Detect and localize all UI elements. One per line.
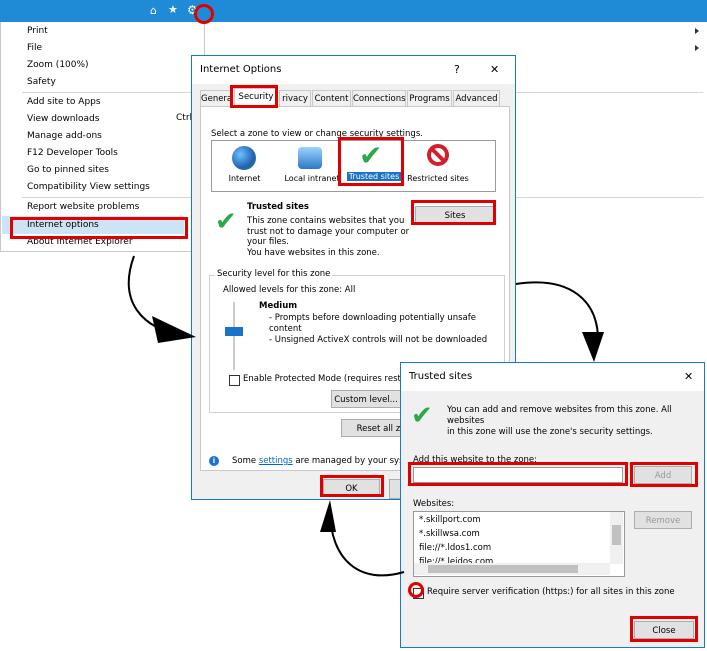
custom-level-button[interactable]: Custom level... — [331, 390, 401, 408]
desc-line: trust not to damage your computer or — [247, 226, 410, 237]
trusted-info: You can add and remove websites from thi… — [447, 405, 704, 438]
require-https-label: Require server verification (https:) for… — [427, 587, 675, 597]
list-item[interactable]: *.skillwsa.com — [419, 529, 480, 539]
add-input-highlight — [408, 462, 628, 486]
trusted-sites-highlight — [338, 137, 404, 186]
menu-item-view-downloads[interactable]: View downloads — [27, 113, 99, 125]
menu-item-report-problems[interactable]: Report website problems — [27, 201, 139, 213]
desc-line: This zone contains websites that you — [247, 216, 405, 226]
level-desc-line: - Unsigned ActiveX controls will not be … — [269, 335, 488, 345]
menu-item-add-site-to-apps[interactable]: Add site to Apps — [27, 96, 101, 108]
info-prefix: Some — [232, 456, 257, 466]
tab-connections[interactable]: Connections — [352, 90, 406, 106]
internet-options-highlight — [10, 217, 188, 239]
menu-item-zoom[interactable]: Zoom (100%) — [27, 59, 89, 71]
menu-item-compatibility-view[interactable]: Compatibility View settings — [27, 181, 150, 193]
help-icon[interactable]: ? — [454, 63, 460, 76]
settings-link[interactable]: settings — [259, 456, 293, 466]
menu-item-print[interactable]: Print — [27, 25, 48, 37]
info-line: in this zone will use the zone's securit… — [447, 427, 653, 437]
dialog-titlebar: Internet Options ? ✕ — [192, 56, 515, 84]
shortcut-label: Ctrl — [176, 113, 193, 123]
security-tab-highlight — [230, 85, 278, 108]
menu-item-safety[interactable]: Safety — [27, 76, 56, 88]
sites-button-highlight — [411, 200, 496, 225]
home-icon[interactable]: ⌂ — [150, 4, 157, 17]
list-item[interactable]: *.skillport.com — [419, 515, 481, 525]
zone-description: This zone contains websites that you tru… — [247, 216, 409, 258]
dialog-titlebar: Trusted sites ✕ — [401, 363, 704, 391]
remove-button[interactable]: Remove — [634, 511, 692, 529]
gear-highlight — [194, 4, 214, 24]
zone-internet[interactable]: Internet — [217, 174, 272, 183]
zone-local-intranet[interactable]: Local intranet — [280, 174, 344, 183]
protected-mode-checkbox[interactable] — [229, 375, 240, 386]
arrow-trusted-to-ok — [329, 509, 405, 577]
globe-icon[interactable] — [232, 146, 256, 170]
menu-item-file[interactable]: File — [27, 42, 42, 54]
security-level-label: Security level for this zone — [215, 269, 333, 279]
intranet-icon[interactable] — [298, 147, 322, 169]
add-button-highlight — [630, 462, 698, 487]
arrowhead-icon — [582, 332, 604, 362]
menu-item-f12-developer-tools[interactable]: F12 Developer Tools — [27, 147, 118, 159]
level-desc-line: content — [269, 324, 302, 334]
dialog-title: Trusted sites — [409, 371, 473, 382]
desc-line: your files. — [247, 237, 289, 247]
slider-track — [233, 302, 235, 370]
ie-tools-menu: ⌂ ★ ⚙ Print File Zoom (100%) Safety Add … — [0, 0, 707, 252]
tab-programs[interactable]: Programs — [407, 90, 452, 106]
info-icon: i — [209, 456, 219, 466]
ie-toolbar: ⌂ ★ ⚙ — [0, 0, 707, 22]
arrow-options-to-trusted — [515, 281, 600, 346]
trusted-sites-dialog: Trusted sites ✕ ✔ You can add and remove… — [400, 362, 705, 648]
list-item[interactable]: file://*.ldos1.com — [419, 543, 491, 553]
zone-heading: Trusted sites — [247, 202, 309, 212]
allowed-levels: Allowed levels for this zone: All — [223, 285, 356, 295]
info-line: You can add and remove websites from thi… — [447, 405, 672, 426]
close-button-highlight — [630, 616, 698, 642]
arrow-menu-to-options — [127, 255, 189, 337]
ok-button-highlight — [320, 475, 384, 497]
close-icon[interactable]: ✕ — [684, 370, 693, 383]
tab-privacy[interactable]: rivacy — [279, 90, 311, 106]
zone-restricted-sites[interactable]: Restricted sites — [405, 174, 471, 183]
arrowhead-icon — [152, 316, 196, 343]
scroll-thumb[interactable] — [612, 525, 621, 545]
level-name: Medium — [259, 301, 298, 311]
menu-item-manage-add-ons[interactable]: Manage add-ons — [27, 130, 102, 142]
require-https-highlight — [408, 582, 424, 598]
security-level-slider[interactable] — [225, 327, 243, 336]
scroll-thumb[interactable] — [428, 565, 578, 573]
tab-advanced[interactable]: Advanced — [453, 90, 500, 106]
level-desc-line: - Prompts before downloading potentially… — [269, 313, 476, 323]
vertical-scrollbar[interactable] — [610, 512, 623, 564]
tab-content[interactable]: Content — [312, 90, 351, 106]
protected-mode-label: Enable Protected Mode (requires restarti… — [243, 374, 421, 384]
menu-item-go-to-pinned-sites[interactable]: Go to pinned sites — [27, 164, 109, 176]
trusted-check-icon: ✔ — [215, 207, 237, 237]
managed-settings-note: Some settings are managed by your syster — [232, 456, 416, 466]
horizontal-scrollbar[interactable] — [414, 563, 610, 575]
level-description: - Prompts before downloading potentially… — [269, 313, 487, 346]
submenu-arrow-icon — [695, 45, 699, 51]
arrowhead-icon — [320, 500, 336, 532]
websites-label: Websites: — [413, 499, 455, 509]
close-icon[interactable]: ✕ — [490, 63, 499, 76]
favorites-star-icon[interactable]: ★ — [168, 3, 178, 16]
desc-line: You have websites in this zone. — [247, 247, 380, 258]
dialog-title: Internet Options — [200, 64, 282, 75]
info-suffix: are managed by your syster — [295, 456, 416, 466]
websites-list[interactable]: *.skillport.com *.skillwsa.com file://*.… — [413, 511, 625, 577]
submenu-arrow-icon — [695, 28, 699, 34]
trusted-check-icon: ✔ — [411, 401, 433, 431]
tab-general[interactable]: Genera — [200, 90, 233, 106]
